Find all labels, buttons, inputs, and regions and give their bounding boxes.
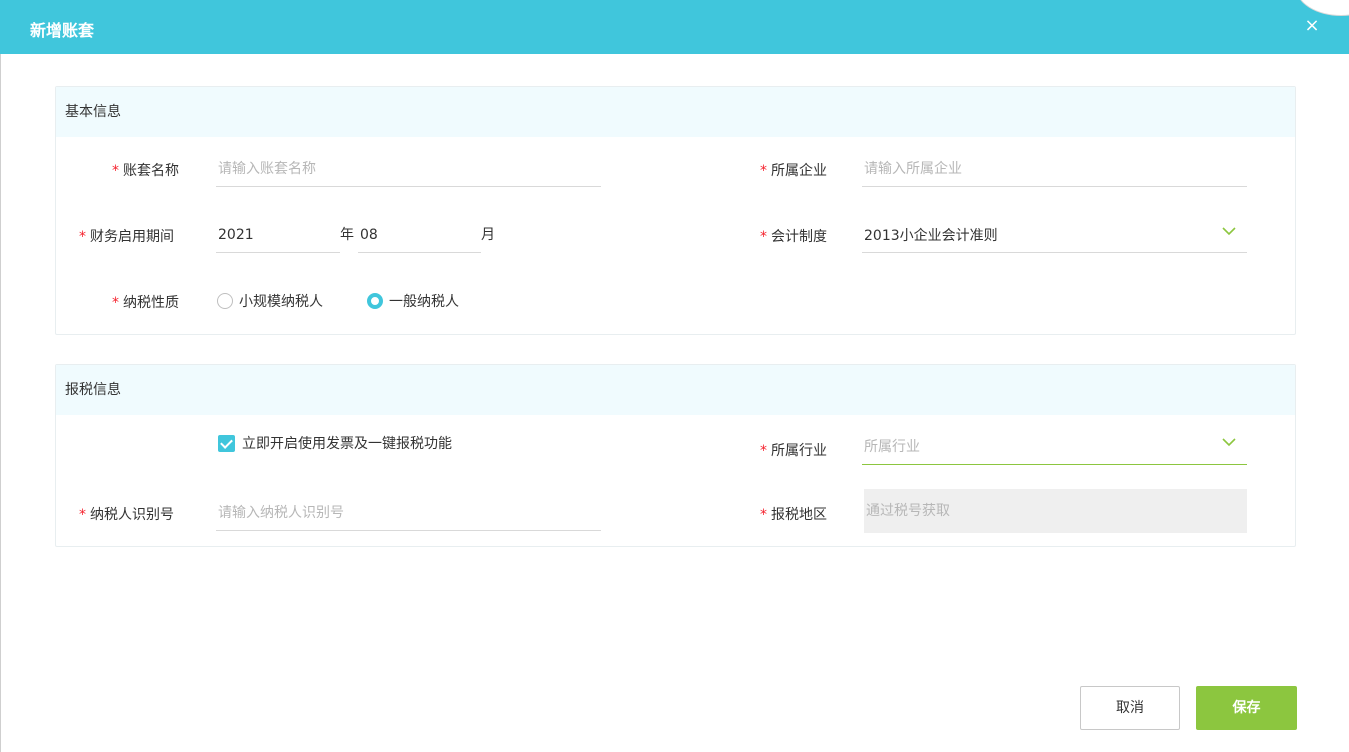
company-field[interactable] xyxy=(862,153,1247,187)
required-mark: * xyxy=(760,443,767,459)
cancel-button[interactable]: 取消 xyxy=(1080,686,1180,730)
period-month-input[interactable] xyxy=(358,219,481,251)
radio-general[interactable]: 一般纳税人 xyxy=(367,291,459,311)
enable-invoice-checkbox[interactable]: 立即开启使用发票及一键报税功能 xyxy=(218,433,452,453)
chevron-down-icon[interactable] xyxy=(1222,435,1236,449)
accounting-system-select[interactable] xyxy=(862,219,1247,253)
period-label: * 财务启用期间 xyxy=(79,229,174,245)
radio-checked-icon[interactable] xyxy=(367,293,383,309)
industry-input[interactable] xyxy=(862,431,1247,463)
radio-small-scale[interactable]: 小规模纳税人 xyxy=(217,291,323,311)
dialog-left-border xyxy=(0,54,1,752)
month-unit: 月 xyxy=(481,227,495,243)
industry-select[interactable] xyxy=(862,431,1247,465)
account-name-input[interactable] xyxy=(216,153,601,185)
required-mark: * xyxy=(79,229,86,245)
accounting-system-value[interactable] xyxy=(862,219,1247,251)
close-icon[interactable]: × xyxy=(1302,16,1322,36)
required-mark: * xyxy=(760,507,767,523)
radio-unchecked-icon[interactable] xyxy=(217,293,233,309)
tax-region-input xyxy=(864,489,1247,533)
industry-label: * 所属行业 xyxy=(760,443,827,459)
tax-info-title: 报税信息 xyxy=(56,365,1295,415)
company-label: * 所属企业 xyxy=(760,163,827,179)
save-button[interactable]: 保存 xyxy=(1196,686,1297,730)
required-mark: * xyxy=(79,507,86,523)
company-input[interactable] xyxy=(862,153,1247,185)
required-mark: * xyxy=(760,229,767,245)
dialog-title: 新增账套 xyxy=(30,21,95,40)
required-mark: * xyxy=(112,295,119,311)
account-name-label: * 账套名称 xyxy=(112,163,179,179)
taxpayer-id-label: * 纳税人识别号 xyxy=(79,507,174,523)
required-mark: * xyxy=(760,163,767,179)
period-year-input[interactable] xyxy=(216,219,340,251)
year-unit: 年 xyxy=(340,227,354,243)
tax-region-field xyxy=(864,489,1247,533)
taxpayer-id-input[interactable] xyxy=(216,497,601,529)
dialog-header: 新增账套 × xyxy=(0,0,1349,54)
tax-type-label: * 纳税性质 xyxy=(112,295,179,311)
required-mark: * xyxy=(112,163,119,179)
taxpayer-id-field[interactable] xyxy=(216,497,601,531)
basic-info-title: 基本信息 xyxy=(56,87,1295,137)
accounting-system-label: * 会计制度 xyxy=(760,229,827,245)
chevron-down-icon[interactable] xyxy=(1222,224,1236,238)
period-year-field[interactable] xyxy=(216,219,340,253)
account-name-field[interactable] xyxy=(216,153,601,187)
period-month-field[interactable] xyxy=(358,219,481,253)
checkbox-checked-icon[interactable] xyxy=(218,434,235,452)
tax-region-label: * 报税地区 xyxy=(760,507,827,523)
